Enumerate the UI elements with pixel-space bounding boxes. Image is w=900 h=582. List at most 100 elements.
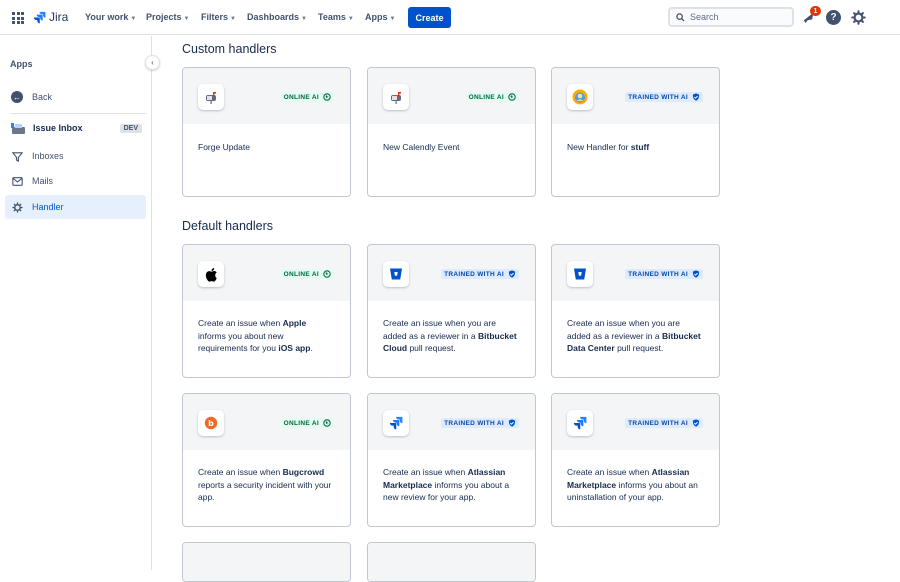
sidebar-item-inboxes[interactable]: Inboxes: [5, 144, 146, 168]
chevron-down-icon: ▼: [130, 16, 137, 22]
sidebar-title: Apps: [10, 59, 33, 69]
nav-your-work[interactable]: Your work ▼: [85, 12, 136, 22]
nav-projects[interactable]: Projects ▼: [146, 12, 189, 22]
shield-check-icon: [692, 270, 700, 278]
card-header: ONLINE AI: [368, 68, 535, 124]
nav-dashboards[interactable]: Dashboards ▼: [247, 12, 307, 22]
inbox-icon: [11, 150, 23, 162]
card-description: Create an issue when you are added as a …: [383, 318, 517, 353]
globe-icon: [323, 270, 331, 278]
sidebar-item-label: Inboxes: [32, 151, 64, 161]
online-ai-badge: ONLINE AI: [280, 418, 334, 428]
badge-label: ONLINE AI: [283, 270, 319, 278]
card-header: TRAINED WITH AI: [552, 245, 719, 301]
handler-card[interactable]: TRAINED WITH AI Create an issue when Atla…: [367, 393, 536, 527]
nav-apps[interactable]: Apps ▼: [365, 12, 395, 22]
divider: [10, 113, 146, 114]
bitbucket-icon: [383, 261, 409, 287]
project-header[interactable]: Issue Inbox DEV: [10, 120, 146, 136]
handler-card[interactable]: ONLINE AI Forge Update: [182, 67, 351, 197]
collapse-sidebar-button[interactable]: ‹: [145, 55, 160, 70]
card-description: Create an issue when Atlassian Marketpla…: [567, 467, 698, 502]
badge-label: TRAINED WITH AI: [628, 419, 688, 427]
handler-card[interactable]: ONLINE AI Create an issue when Apple info…: [182, 244, 351, 378]
nav-label: Your work: [85, 12, 129, 22]
shield-check-icon: [692, 419, 700, 427]
top-navigation: Jira Your work ▼ Projects ▼ Filters ▼ Dashb…: [0, 0, 900, 35]
back-label: Back: [32, 92, 53, 102]
card-header: ONLINE AI: [183, 68, 350, 124]
badge-label: ONLINE AI: [468, 93, 504, 101]
chevron-down-icon: ▼: [183, 16, 190, 22]
chevron-left-icon: ‹: [151, 58, 154, 67]
gear-icon: [11, 201, 23, 213]
settings-icon[interactable]: [851, 10, 866, 25]
card-description: New Handler for stuff: [567, 142, 650, 152]
shield-check-icon: [692, 93, 700, 101]
mailbox-icon: [383, 84, 409, 110]
handler-card[interactable]: TRAINED WITH AI Create an issue when Atla…: [551, 393, 720, 527]
sidebar-item-label: Handler: [32, 202, 64, 212]
sidebar-item-mails[interactable]: Mails: [5, 169, 146, 193]
sidebar-item-handler[interactable]: Handler: [5, 195, 146, 219]
handler-card[interactable]: b ONLINE AI Create an issue when Bugcrowd …: [182, 393, 351, 527]
nav-label: Projects: [146, 12, 182, 22]
handler-card-partial[interactable]: [367, 542, 536, 582]
nav-teams[interactable]: Teams ▼: [318, 12, 354, 22]
card-header: ONLINE AI: [183, 245, 350, 301]
shield-check-icon: [508, 419, 516, 427]
card-description: Create an issue when Bugcrowd reports a …: [198, 467, 332, 502]
back-button[interactable]: ← Back: [5, 85, 146, 109]
shield-check-icon: [508, 270, 516, 278]
apple-icon: [198, 261, 224, 287]
online-ai-badge: ONLINE AI: [280, 92, 334, 102]
chevron-down-icon: ▼: [347, 16, 354, 22]
dev-badge: DEV: [119, 123, 142, 133]
card-header: b ONLINE AI: [183, 394, 350, 450]
globe-icon: [508, 93, 516, 101]
handler-card[interactable]: TRAINED WITH AI Create an issue when you …: [551, 244, 720, 378]
badge-label: TRAINED WITH AI: [628, 270, 688, 278]
trained-ai-badge: TRAINED WITH AI: [441, 418, 519, 428]
custom-handlers-heading: Custom handlers: [182, 42, 277, 56]
sidebar: Apps ← Back Issue Inbox DEV Inboxes Mail…: [0, 36, 152, 570]
globe-icon: [323, 93, 331, 101]
badge-label: TRAINED WITH AI: [444, 270, 504, 278]
chevron-down-icon: ▼: [230, 16, 236, 22]
nav-filters[interactable]: Filters ▼: [201, 12, 236, 22]
card-header: TRAINED WITH AI: [552, 394, 719, 450]
chevron-down-icon: ▼: [389, 16, 396, 22]
online-ai-badge: ONLINE AI: [465, 92, 519, 102]
card-description: Create an issue when you are added as a …: [567, 318, 701, 353]
handler-card[interactable]: ONLINE AI New Calendly Event: [367, 67, 536, 197]
nav-label: Teams: [318, 12, 346, 22]
handler-card-partial[interactable]: [182, 542, 351, 582]
avatar-icon: [567, 84, 593, 110]
card-description: New Calendly Event: [383, 142, 460, 152]
badge-label: ONLINE AI: [283, 93, 319, 101]
online-ai-badge: ONLINE AI: [280, 269, 334, 279]
card-header: TRAINED WITH AI: [552, 68, 719, 124]
default-handlers-heading: Default handlers: [182, 219, 274, 233]
jira-logo[interactable]: Jira: [33, 10, 68, 24]
trained-ai-badge: TRAINED WITH AI: [625, 92, 703, 102]
app-switcher-icon[interactable]: [12, 12, 24, 24]
handler-card[interactable]: TRAINED WITH AI New Handler for stuff: [551, 67, 720, 197]
bugcrowd-icon: b: [198, 410, 224, 436]
card-header: TRAINED WITH AI: [368, 245, 535, 301]
badge-label: TRAINED WITH AI: [628, 93, 688, 101]
chevron-down-icon: ▼: [301, 16, 307, 22]
help-icon[interactable]: ?: [826, 10, 841, 25]
search-placeholder: Search: [690, 12, 719, 22]
create-button[interactable]: Create: [408, 7, 451, 28]
logo-text: Jira: [49, 10, 69, 24]
mailbox-icon: [198, 84, 224, 110]
card-description: Forge Update: [198, 142, 250, 152]
card-header: [183, 543, 350, 581]
badge-label: ONLINE AI: [283, 419, 319, 427]
badge-label: TRAINED WITH AI: [444, 419, 504, 427]
project-name: Issue Inbox: [33, 123, 83, 133]
search-input[interactable]: Search: [668, 7, 794, 27]
inbox-tray-icon: [11, 123, 25, 134]
handler-card[interactable]: TRAINED WITH AI Create an issue when you …: [367, 244, 536, 378]
